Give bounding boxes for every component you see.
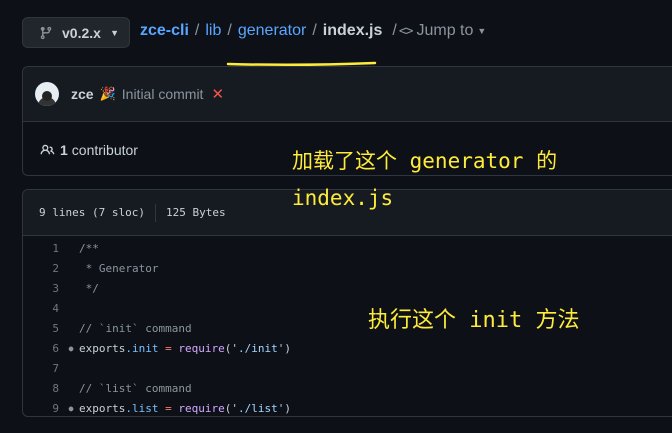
- breadcrumb-separator: /: [227, 22, 232, 39]
- expand-dot-icon[interactable]: ●: [63, 344, 79, 353]
- breadcrumb-repo-link[interactable]: zce-cli: [140, 22, 189, 40]
- code-line: 7: [23, 358, 672, 378]
- code-line: 9 ● exports.list = require('./list'): [23, 398, 672, 416]
- commit-header: zce 🎉 Initial commit ✕: [23, 67, 672, 122]
- commit-author[interactable]: zce: [71, 86, 94, 102]
- code-line: 1 /**: [23, 238, 672, 258]
- jump-to-label: Jump to: [416, 22, 474, 39]
- line-number[interactable]: 7: [23, 362, 63, 375]
- branch-selector-button[interactable]: v0.2.x ▼: [22, 17, 130, 48]
- code-line: 2 * Generator: [23, 258, 672, 278]
- avatar[interactable]: [35, 82, 59, 106]
- code-text: /**: [79, 241, 99, 255]
- status-failed-icon[interactable]: ✕: [211, 85, 224, 103]
- divider: [154, 203, 156, 222]
- line-number[interactable]: 4: [23, 302, 63, 315]
- chevron-down-icon: ▼: [477, 26, 487, 36]
- chevron-down-icon: ▼: [110, 27, 119, 38]
- breadcrumb-current-file: index.js: [322, 22, 383, 39]
- contributor-count: 1: [60, 141, 68, 158]
- breadcrumb: zce-cli / lib / generator / index.js / <…: [140, 22, 486, 40]
- breadcrumb-lib-link[interactable]: lib: [205, 22, 221, 40]
- code-text: */: [79, 281, 99, 295]
- code-icon: <>: [398, 23, 414, 39]
- code-text: // `init` command: [79, 321, 192, 335]
- line-number[interactable]: 9: [23, 402, 63, 415]
- code-text: // `list` command: [79, 381, 192, 395]
- jump-to-button[interactable]: / <> Jump to ▼: [392, 22, 486, 40]
- line-number[interactable]: 2: [23, 262, 63, 275]
- code-text: exports.list = require('./list'): [79, 401, 291, 415]
- annotation-line-2: index.js: [292, 186, 394, 210]
- people-icon: [40, 144, 55, 154]
- commit-message[interactable]: Initial commit: [122, 86, 204, 102]
- contributor-label: contributor: [71, 141, 138, 158]
- code-text: exports.init = require('./init'): [79, 341, 291, 355]
- breadcrumb-separator: /: [312, 22, 317, 39]
- line-number[interactable]: 1: [23, 242, 63, 255]
- line-number[interactable]: 5: [23, 322, 63, 335]
- line-number[interactable]: 6: [23, 342, 63, 355]
- breadcrumb-separator: /: [194, 22, 200, 39]
- git-branch-icon: [40, 26, 52, 39]
- annotation-run-init: 执行这个 init 方法: [368, 308, 580, 333]
- line-number[interactable]: 3: [23, 282, 63, 295]
- line-number[interactable]: 8: [23, 382, 63, 395]
- breadcrumb-generator-link[interactable]: generator: [238, 22, 307, 40]
- expand-dot-icon[interactable]: ●: [63, 404, 79, 413]
- code-line: 6 ● exports.init = require('./init'): [23, 338, 672, 358]
- annotation-load-generator: 加载了这个 generator 的 index.js: [292, 143, 557, 217]
- party-popper-icon: 🎉: [99, 86, 116, 101]
- annotation-line-1: 加载了这个 generator 的: [292, 149, 558, 173]
- code-line: 8 // `list` command: [23, 378, 672, 398]
- file-line-count: 9 lines (7 sloc): [39, 206, 145, 219]
- file-size: 125 Bytes: [165, 206, 226, 219]
- code-text: * Generator: [79, 261, 159, 275]
- code-line: 3 */: [23, 278, 672, 298]
- branch-label: v0.2.x: [62, 24, 101, 41]
- breadcrumb-separator: /: [392, 22, 397, 39]
